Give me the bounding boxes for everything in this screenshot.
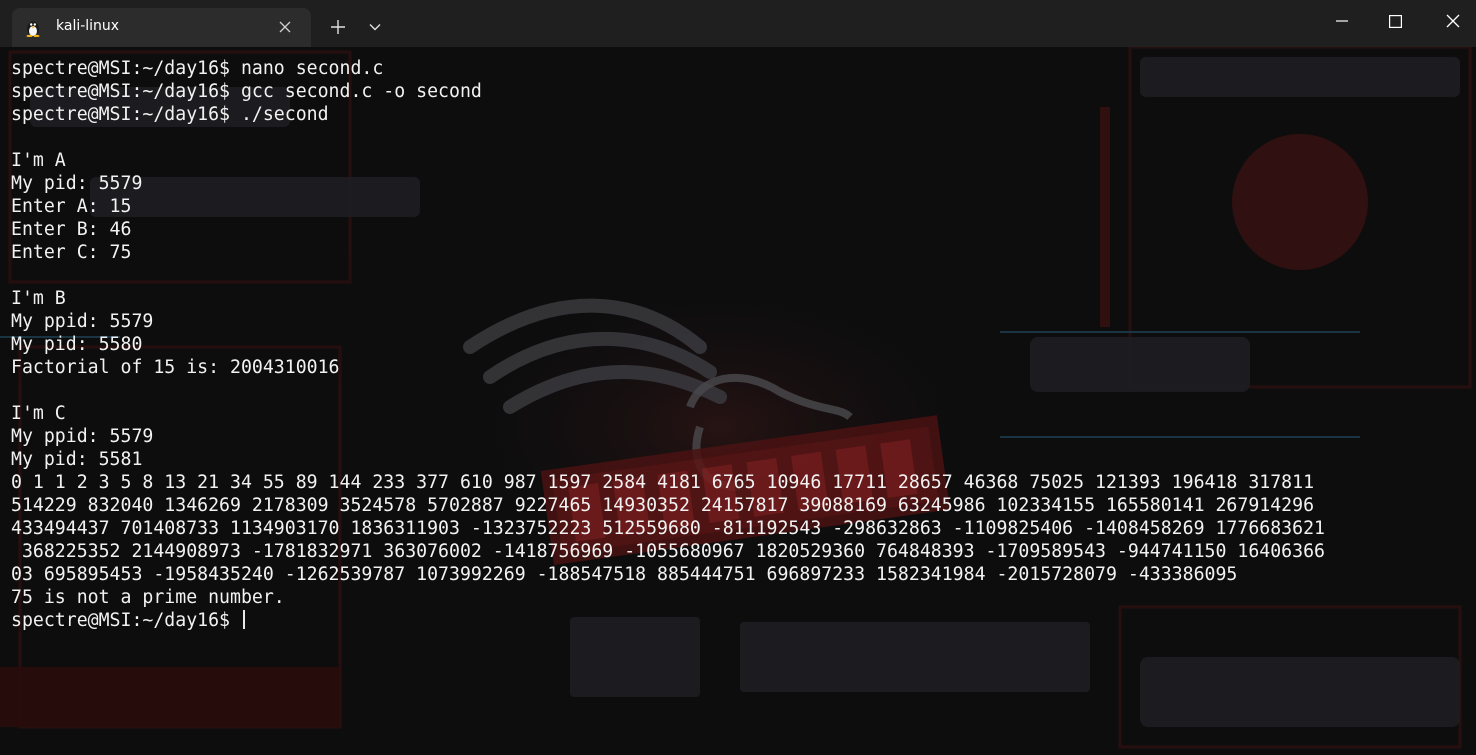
tab-dropdown-button[interactable]: [361, 12, 389, 42]
minimize-icon: [1336, 20, 1348, 22]
terminal-line: My ppid: 5579: [11, 311, 154, 332]
terminal-line: 368225352 2144908973 -1781832971 3630760…: [11, 541, 1325, 562]
terminal-line: spectre@MSI:~/day16$ ./second: [11, 104, 329, 125]
tux-penguin-icon: [25, 19, 41, 38]
tab-title: kali-linux: [56, 18, 120, 34]
terminal-line: 03 695895453 -1958435240 -1262539787 107…: [11, 564, 1238, 585]
close-icon: [1446, 14, 1460, 28]
terminal-line: 75 is not a prime number.: [11, 587, 285, 608]
terminal-line: 0 1 1 2 3 5 8 13 21 34 55 89 144 233 377…: [11, 472, 1315, 493]
maximize-icon: [1388, 14, 1402, 28]
terminal-pane[interactable]: spectre@MSI:~/day16$ nano second.c spectr…: [0, 47, 1476, 755]
maximize-button[interactable]: [1372, 0, 1418, 42]
terminal-line: 433494437 701408733 1134903170 183631190…: [11, 518, 1325, 539]
text-cursor: [242, 610, 245, 629]
terminal-line: 514229 832040 1346269 2178309 3524578 57…: [11, 495, 1315, 516]
terminal-window: kali-linux spectre@MSI:~/day16$ nano sec…: [0, 0, 1476, 755]
shell-prompt: spectre@MSI:~/day16$: [11, 610, 241, 631]
terminal-line: My ppid: 5579: [11, 426, 154, 447]
terminal-prompt-line[interactable]: spectre@MSI:~/day16$: [11, 609, 1461, 632]
terminal-line: Enter C: 75: [11, 242, 132, 263]
close-icon: [279, 21, 291, 33]
terminal-line: I'm A: [11, 150, 66, 171]
new-tab-button[interactable]: [322, 12, 354, 42]
terminal-line: My pid: 5579: [11, 173, 143, 194]
terminal-line: My pid: 5580: [11, 334, 143, 355]
terminal-output: spectre@MSI:~/day16$ nano second.c spectr…: [11, 57, 1461, 632]
title-bar[interactable]: kali-linux: [0, 0, 1476, 47]
terminal-line: I'm C: [11, 403, 66, 424]
chevron-down-icon: [369, 24, 381, 31]
terminal-line: Enter A: 15: [11, 196, 132, 217]
terminal-line: My pid: 5581: [11, 449, 143, 470]
terminal-line: Factorial of 15 is: 2004310016: [11, 357, 340, 378]
tab-kali-linux[interactable]: kali-linux: [12, 8, 311, 47]
terminal-line: spectre@MSI:~/day16$ nano second.c: [11, 58, 384, 79]
tab-close-button[interactable]: [274, 16, 296, 38]
terminal-line: spectre@MSI:~/day16$ gcc second.c -o sec…: [11, 81, 482, 102]
terminal-line: Enter B: 46: [11, 219, 132, 240]
plus-icon: [331, 20, 345, 34]
minimize-button[interactable]: [1319, 0, 1365, 42]
terminal-line: I'm B: [11, 288, 66, 309]
close-window-button[interactable]: [1430, 0, 1476, 42]
